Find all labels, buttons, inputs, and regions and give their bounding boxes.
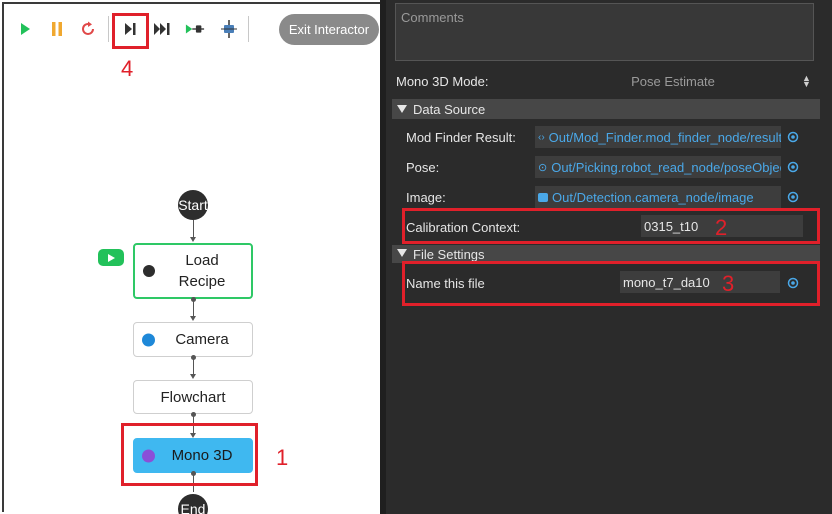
node-load-recipe[interactable]: Load Recipe bbox=[133, 243, 253, 299]
image-value: Out/Detection.camera_node/image bbox=[552, 189, 754, 205]
pose-icon: ⊙ bbox=[538, 161, 548, 174]
pose-label: Pose: bbox=[406, 160, 440, 175]
camera-icon bbox=[142, 333, 155, 346]
mode-select[interactable]: Pose Estimate bbox=[568, 70, 818, 92]
name-file-value: mono_t7_da10 bbox=[623, 274, 710, 290]
node-label: Mono 3D bbox=[171, 447, 233, 464]
pose-field[interactable]: ⊙ Out/Picking.robot_read_node/poseObject bbox=[535, 156, 781, 178]
node-label: Load Recipe bbox=[178, 252, 226, 290]
running-indicator-icon bbox=[98, 249, 124, 266]
toolbar-separator bbox=[248, 16, 249, 42]
node-camera[interactable]: Camera bbox=[133, 322, 253, 357]
recipe-icon bbox=[143, 265, 155, 277]
toolbar-separator bbox=[108, 16, 109, 42]
target-icon[interactable] bbox=[787, 131, 799, 143]
section-title: File Settings bbox=[413, 247, 485, 262]
end-node[interactable]: End bbox=[178, 494, 208, 514]
run-to-node-icon[interactable] bbox=[185, 18, 205, 40]
pause-icon[interactable] bbox=[47, 18, 67, 40]
node-flowchart[interactable]: Flowchart bbox=[133, 380, 253, 414]
camera-icon bbox=[538, 192, 548, 202]
mono-3d-icon bbox=[142, 449, 155, 462]
exit-interactor-button[interactable]: Exit Interactor bbox=[279, 14, 379, 45]
pose-value: Out/Picking.robot_read_node/poseObject bbox=[551, 159, 781, 175]
comments-placeholder: Comments bbox=[401, 10, 464, 25]
calibration-label: Calibration Context: bbox=[406, 220, 521, 235]
collapse-triangle-icon bbox=[397, 249, 407, 257]
target-icon[interactable] bbox=[787, 191, 799, 203]
skip-forward-icon[interactable] bbox=[153, 18, 173, 40]
node-mono-3d[interactable]: Mono 3D bbox=[133, 438, 253, 473]
annotation-label-3: 3 bbox=[722, 271, 735, 296]
connector bbox=[193, 415, 194, 435]
annotation-label-4: 4 bbox=[121, 56, 134, 81]
breakpoint-icon[interactable] bbox=[219, 18, 239, 40]
arrow-head bbox=[190, 237, 196, 242]
mod-finder-label: Mod Finder Result: bbox=[406, 130, 516, 145]
select-arrows-icon: ▲ ▼ bbox=[802, 73, 811, 89]
mode-select-value: Pose Estimate bbox=[631, 73, 715, 89]
node-label: Camera bbox=[175, 331, 229, 348]
file-settings-header[interactable]: File Settings bbox=[392, 245, 820, 263]
start-node-label: Start bbox=[178, 197, 208, 213]
calibration-value: 0315_t10 bbox=[644, 218, 699, 234]
data-source-header[interactable]: Data Source bbox=[392, 99, 820, 119]
name-file-field[interactable]: mono_t7_da10 bbox=[620, 271, 780, 293]
properties-pane: Comments Mono 3D Mode: Pose Estimate ▲ ▼ … bbox=[392, 0, 832, 514]
restart-icon[interactable] bbox=[78, 18, 98, 40]
mode-label: Mono 3D Mode: bbox=[396, 74, 489, 89]
end-node-label: End bbox=[180, 501, 206, 514]
collapse-triangle-icon bbox=[397, 105, 407, 113]
section-title: Data Source bbox=[413, 101, 486, 117]
target-icon[interactable] bbox=[787, 161, 799, 173]
connector bbox=[193, 474, 194, 492]
play-icon[interactable] bbox=[15, 18, 35, 40]
node-label: Flowchart bbox=[160, 388, 226, 406]
link-icon: ‹› bbox=[538, 131, 545, 143]
target-icon[interactable] bbox=[787, 277, 799, 289]
arrow-head bbox=[190, 374, 196, 379]
start-node[interactable]: Start bbox=[178, 190, 208, 220]
step-icon[interactable] bbox=[120, 18, 140, 40]
image-label: Image: bbox=[406, 190, 446, 205]
image-field[interactable]: Out/Detection.camera_node/image bbox=[535, 186, 781, 208]
name-file-label: Name this file bbox=[406, 276, 485, 291]
arrow-head bbox=[190, 316, 196, 321]
flowchart-pane: Exit Interactor 4 Start Load Recipe Came… bbox=[0, 0, 386, 514]
annotation-label-1: 1 bbox=[276, 445, 289, 470]
comments-field[interactable]: Comments bbox=[395, 3, 814, 61]
mod-finder-value: Out/Mod_Finder.mod_finder_node/result bbox=[548, 129, 781, 145]
annotation-label-2: 2 bbox=[715, 215, 728, 240]
mod-finder-field[interactable]: ‹› Out/Mod_Finder.mod_finder_node/result bbox=[535, 126, 781, 148]
